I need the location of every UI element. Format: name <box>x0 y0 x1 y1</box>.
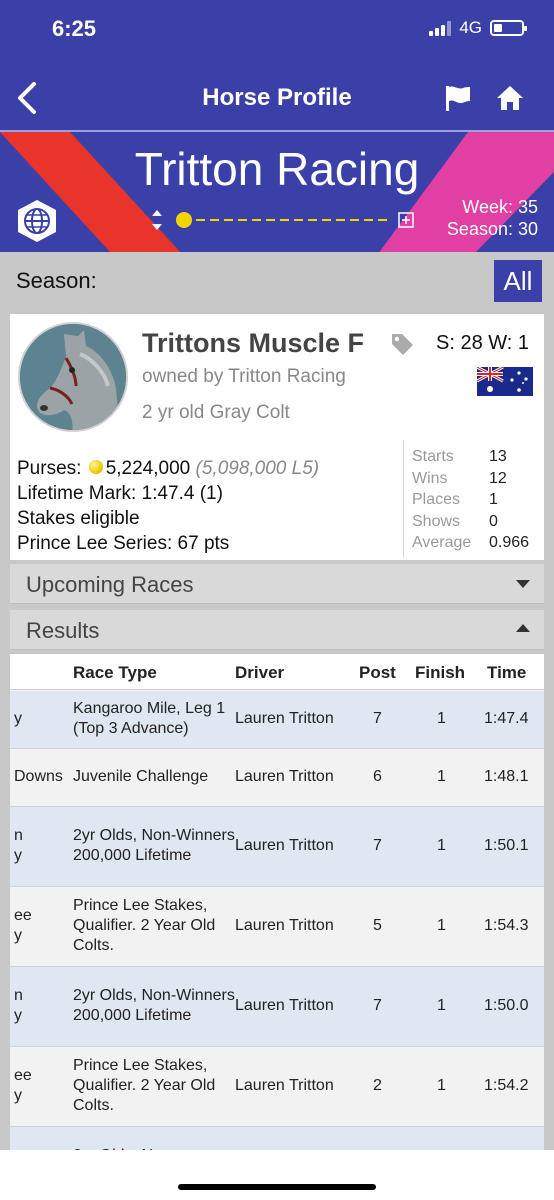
stat-row: Shows 0 <box>412 512 498 530</box>
horse-profile-card: Trittons Muscle F S: 28 W: 1 owned by Tr… <box>10 314 544 560</box>
starts-wins-summary: S: 28 W: 1 <box>436 332 530 354</box>
home-icon[interactable] <box>496 84 524 112</box>
stat-row: Average 0.966 <box>412 534 530 551</box>
driver-cell: Lauren Tritton <box>235 917 334 934</box>
finish-cell: 1 <box>437 837 446 854</box>
track-cell: Downs <box>14 768 63 785</box>
results-table[interactable]: Race Type Driver Post Finish Time y Kanga… <box>10 654 544 1150</box>
stable-banner: Tritton Racing Week: 35 Season: 30 <box>0 130 554 252</box>
home-indicator[interactable] <box>178 1184 376 1190</box>
table-row[interactable]: Downs Juvenile Challenge Lauren Tritton 6 1 1… <box>10 749 544 807</box>
series-points: Prince Lee Series: 67 pts <box>17 533 230 554</box>
australia-flag-icon <box>477 367 533 396</box>
header-driver: Driver <box>235 663 285 682</box>
career-stats: Starts 13 Wins 12 Places 1 Shows 0 Average 0.… <box>403 440 544 558</box>
purses-value: 5,224,000 <box>105 458 191 479</box>
post-cell: 2 <box>373 1077 382 1094</box>
table-row[interactable]: y Kangaroo Mile, Leg 1 (Top 3 Advance) Lau… <box>10 691 544 749</box>
table-row[interactable]: ee y Prince Lee Stakes, Qualifier. 2 Year… <box>10 1047 544 1127</box>
post-cell: 7 <box>373 837 382 854</box>
home-indicator-area <box>0 1150 554 1200</box>
race-type-cell: Prince Lee Stakes, Qualifier. 2 Year Old… <box>73 1057 216 1114</box>
race-type-cell: 2yr Olds, Non-Winners 200,000 Lifetime <box>73 987 235 1024</box>
week-label: Week: 35 <box>462 197 538 217</box>
season-label: Season: 30 <box>446 219 538 239</box>
finish-cell: 1 <box>437 997 446 1014</box>
upcoming-races-toggle[interactable]: Upcoming Races <box>10 564 544 604</box>
status-indicators: 4G <box>429 18 527 38</box>
finish-cell: 1 <box>437 1077 446 1094</box>
status-time: 6:25 <box>52 16 97 41</box>
table-row[interactable]: n y 2yr Olds, Non-Winners 200,000 Lifetim… <box>10 967 544 1047</box>
header-finish: Finish <box>415 663 466 682</box>
horse-avatar <box>18 322 128 432</box>
globe-icon[interactable] <box>14 198 60 244</box>
track-cell: ee y <box>14 907 32 944</box>
tag-icon[interactable] <box>390 332 414 356</box>
results-toggle[interactable]: Results <box>10 610 544 650</box>
week-info: Week: 35 Season: 30 <box>447 196 538 240</box>
table-row[interactable]: ee y Prince Lee Stakes, Qualifier. 2 Year… <box>10 887 544 967</box>
season-all-button[interactable]: All <box>494 260 542 302</box>
race-type-cell: 2yr Olds, Non-Winners 200,000 Lifetime <box>73 827 235 864</box>
time-cell: 1:50.0 <box>484 997 529 1014</box>
time-cell: 1:54.3 <box>484 917 529 934</box>
post-cell: 6 <box>373 768 382 785</box>
chevron-down-icon <box>516 580 530 588</box>
time-cell: 1:47.4 <box>484 710 529 727</box>
race-type-cell: Kangaroo Mile, Leg 1 (Top 3 Advance) <box>73 700 226 737</box>
header-race-type: Race Type <box>73 663 157 682</box>
stakes-eligibility: Stakes eligible <box>17 508 140 529</box>
stat-row: Starts 13 <box>412 448 507 465</box>
flag-icon[interactable] <box>444 84 472 112</box>
horse-head-icon <box>20 324 126 430</box>
upcoming-races-label: Upcoming Races <box>26 572 194 597</box>
horse-earnings-info: Purses: 5,224,000 (5,098,000 L5) Lifetim… <box>17 456 319 556</box>
horse-description: 2 yr old Gray Colt <box>142 402 290 423</box>
week-slider[interactable] <box>150 208 420 232</box>
coin-icon <box>88 460 103 475</box>
top-bar: 6:25 4G Horse Profile <box>0 0 554 130</box>
purses-label: Purses: <box>17 458 82 479</box>
header-time: Time <box>487 663 527 682</box>
track-cell: n y <box>14 827 23 864</box>
track-cell: y <box>14 710 22 727</box>
table-header: Race Type Driver Post Finish Time <box>10 654 544 690</box>
lifetime-mark: Lifetime Mark: 1:47.4 (1) <box>17 483 223 504</box>
purses-line: Purses: 5,224,000 (5,098,000 L5) <box>17 456 319 481</box>
results-label: Results <box>26 618 100 643</box>
season-filter-label: Season: <box>16 268 97 293</box>
owner-text: owned by Tritton Racing <box>142 366 346 387</box>
table-row[interactable]: 2yr Olds, Non- <box>10 1127 544 1150</box>
finish-cell: 1 <box>437 917 446 934</box>
chevron-up-icon <box>516 624 530 632</box>
time-cell: 1:54.2 <box>484 1077 529 1094</box>
stat-row: Places 1 <box>412 491 498 508</box>
stat-row: Wins 12 <box>412 469 507 487</box>
stable-name: Tritton Racing <box>134 143 420 195</box>
time-cell: 1:48.1 <box>484 768 529 785</box>
table-row[interactable]: n y 2yr Olds, Non-Winners 200,000 Lifetim… <box>10 807 544 887</box>
driver-cell: Lauren Tritton <box>235 997 334 1014</box>
time-cell: 1:50.1 <box>484 837 529 854</box>
battery-icon <box>490 20 527 36</box>
race-type-cell: Juvenile Challenge <box>73 768 209 785</box>
horse-name: Trittons Muscle F <box>142 328 365 358</box>
purses-l5: (5,098,000 L5) <box>195 458 320 479</box>
race-type-cell: Prince Lee Stakes, Qualifier. 2 Year Old… <box>73 897 216 954</box>
driver-cell: Lauren Tritton <box>235 1077 334 1094</box>
post-cell: 7 <box>373 997 382 1014</box>
track-cell: ee y <box>14 1067 32 1104</box>
signal-icon <box>429 20 452 36</box>
finish-cell: 1 <box>437 768 446 785</box>
finish-cell: 1 <box>437 710 446 727</box>
track-cell: n y <box>14 987 23 1024</box>
header-post: Post <box>359 663 396 682</box>
driver-cell: Lauren Tritton <box>235 710 334 727</box>
driver-cell: Lauren Tritton <box>235 837 334 854</box>
network-label: 4G <box>459 18 482 37</box>
driver-cell: Lauren Tritton <box>235 768 334 785</box>
post-cell: 5 <box>373 917 382 934</box>
post-cell: 7 <box>373 710 382 727</box>
